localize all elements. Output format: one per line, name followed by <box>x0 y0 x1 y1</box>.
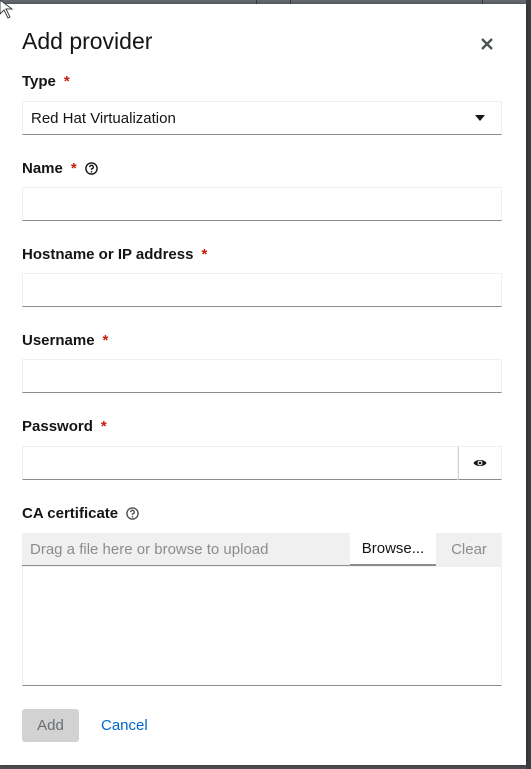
ca-certificate-help-button[interactable] <box>126 507 139 520</box>
mouse-pointer-icon <box>0 0 14 19</box>
browse-button[interactable]: Browse... <box>350 533 436 566</box>
password-input-group <box>22 446 502 480</box>
name-help-button[interactable] <box>84 162 98 175</box>
close-button[interactable] <box>474 33 500 55</box>
required-marker: * <box>63 73 70 90</box>
ca-certificate-label-row: CA certificate <box>22 505 139 522</box>
type-label: Type <box>22 73 56 90</box>
type-select-value: Red Hat Virtualization <box>31 109 176 127</box>
add-button: Add <box>22 709 79 742</box>
type-select[interactable]: Red Hat Virtualization <box>22 101 502 135</box>
caret-down-icon <box>475 115 485 121</box>
add-provider-modal: Add provider Type * Red Hat Virtualizati… <box>0 4 526 765</box>
password-label-row: Password * <box>22 418 107 435</box>
name-label: Name <box>22 160 63 177</box>
username-input[interactable] <box>22 359 502 393</box>
name-input[interactable] <box>22 187 502 221</box>
hostname-input[interactable] <box>22 273 502 307</box>
close-icon <box>481 38 493 50</box>
username-label: Username <box>22 332 95 349</box>
modal-title: Add provider <box>22 28 153 54</box>
file-upload-bar: Drag a file here or browse to upload Bro… <box>22 533 502 566</box>
hostname-label-row: Hostname or IP address * <box>22 246 207 263</box>
file-drop-zone[interactable]: Drag a file here or browse to upload <box>22 533 350 566</box>
page-backdrop-edge <box>526 0 531 769</box>
required-marker: * <box>100 418 107 435</box>
username-label-row: Username * <box>22 332 108 349</box>
ca-certificate-label: CA certificate <box>22 505 119 522</box>
ca-certificate-textarea[interactable] <box>22 566 502 686</box>
clear-button: Clear <box>436 533 502 566</box>
show-password-button[interactable] <box>458 446 502 480</box>
required-marker: * <box>102 332 109 349</box>
password-input[interactable] <box>22 446 458 480</box>
name-label-row: Name * <box>22 160 98 177</box>
cancel-button[interactable]: Cancel <box>101 709 148 742</box>
required-marker: * <box>70 160 77 177</box>
required-marker: * <box>201 246 208 263</box>
password-label: Password <box>22 418 93 435</box>
question-circle-icon <box>126 507 139 520</box>
hostname-label: Hostname or IP address <box>22 246 194 263</box>
question-circle-icon <box>84 162 98 175</box>
type-label-row: Type * <box>22 73 70 90</box>
eye-icon <box>473 460 487 466</box>
